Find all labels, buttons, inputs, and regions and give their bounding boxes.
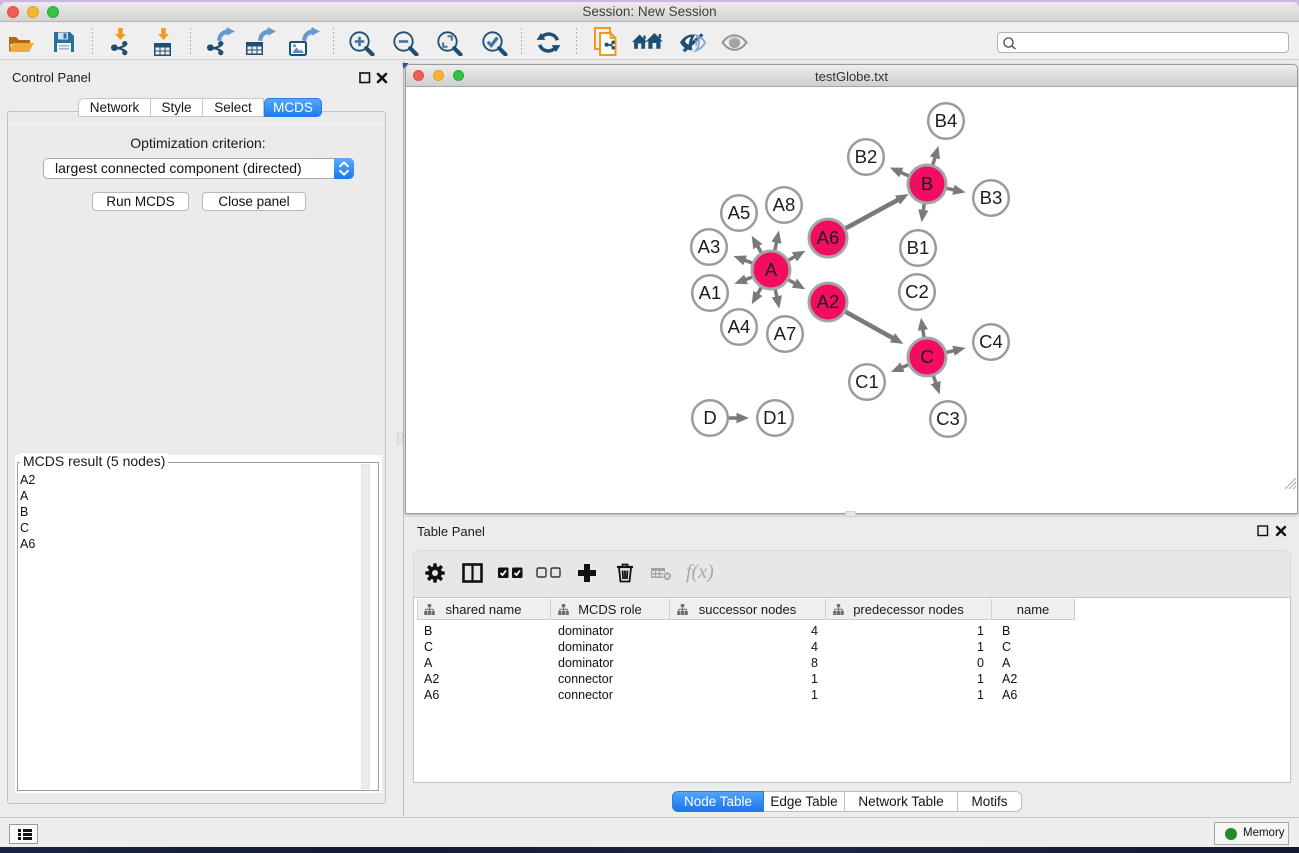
svg-text:B3: B3	[980, 187, 1003, 208]
svg-text:A6: A6	[817, 227, 840, 248]
svg-text:C2: C2	[905, 281, 929, 302]
svg-text:C4: C4	[979, 331, 1003, 352]
svg-text:A7: A7	[774, 323, 797, 344]
svg-text:C3: C3	[936, 408, 960, 429]
svg-text:A8: A8	[773, 194, 796, 215]
svg-text:A3: A3	[698, 236, 721, 257]
svg-text:B1: B1	[907, 237, 930, 258]
svg-text:A4: A4	[728, 316, 751, 337]
svg-text:C: C	[920, 346, 933, 367]
svg-text:C1: C1	[855, 371, 879, 392]
svg-text:B2: B2	[855, 146, 878, 167]
svg-text:D: D	[703, 407, 716, 428]
svg-text:B: B	[921, 173, 933, 194]
svg-text:B4: B4	[935, 110, 958, 131]
svg-text:D1: D1	[763, 407, 787, 428]
svg-text:A: A	[765, 259, 778, 280]
svg-text:A2: A2	[817, 291, 840, 312]
svg-text:A5: A5	[728, 202, 751, 223]
svg-text:A1: A1	[699, 282, 722, 303]
